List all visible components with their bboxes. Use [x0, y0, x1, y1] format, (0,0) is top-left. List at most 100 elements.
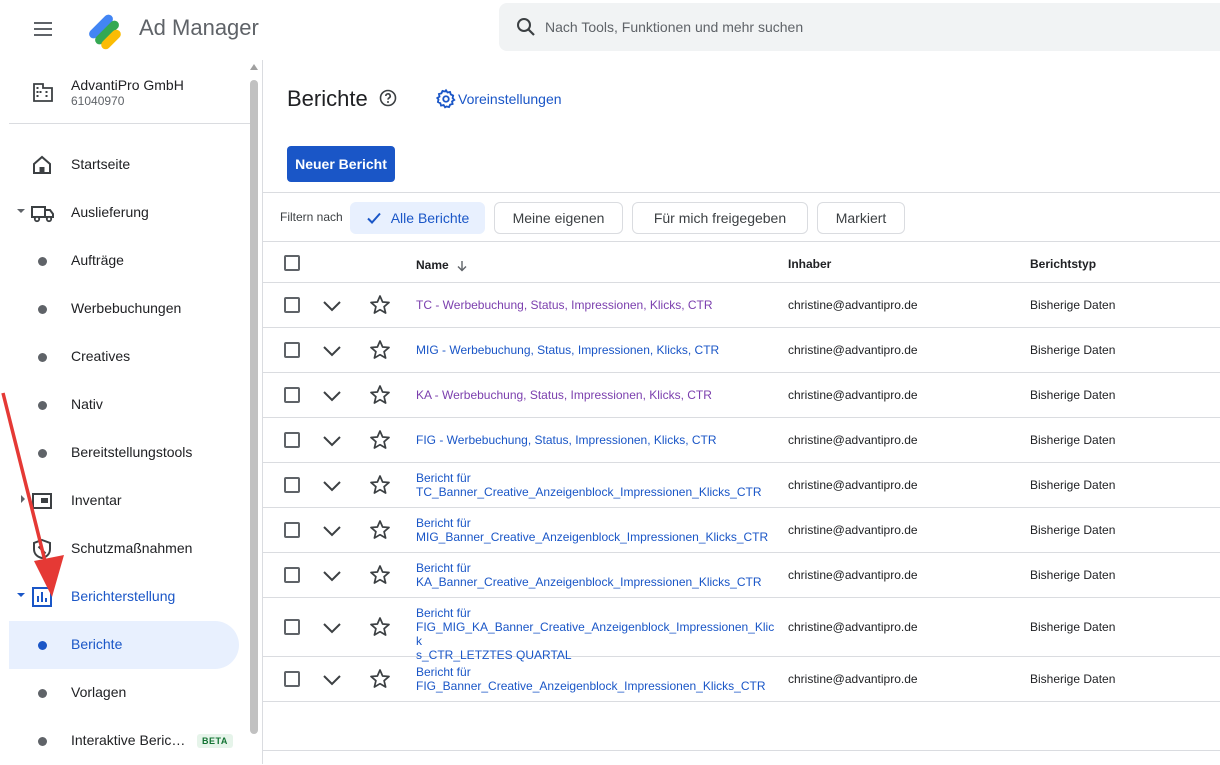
search-icon: [517, 18, 535, 36]
report-name-link[interactable]: Bericht für MIG_Banner_Creative_Anzeigen…: [416, 516, 776, 544]
filter-chip-meine-eigenen[interactable]: Meine eigenen: [494, 202, 623, 234]
report-name-link[interactable]: TC - Werbebuchung, Status, Impressionen,…: [416, 298, 776, 312]
report-name-link[interactable]: Bericht für TC_Banner_Creative_Anzeigenb…: [416, 471, 776, 499]
report-name-link[interactable]: Bericht für FIG_Banner_Creative_Anzeigen…: [416, 665, 776, 693]
table-row[interactable]: FIG - Werbebuchung, Status, Impressionen…: [263, 418, 1220, 463]
report-name-link[interactable]: MIG - Werbebuchung, Status, Impressionen…: [416, 343, 776, 357]
report-owner: christine@advantipro.de: [788, 298, 918, 312]
sidebar-item-berichterstellung[interactable]: Berichterstellung: [9, 573, 239, 621]
sidebar-item-label: Inventar: [71, 492, 122, 508]
beta-badge: BETA: [197, 734, 233, 748]
scrollbar-thumb[interactable]: [250, 80, 258, 734]
sidebar-item-interaktive-berichte[interactable]: Interaktive Beric… BETA: [9, 717, 239, 765]
chevron-down-icon[interactable]: [322, 524, 342, 538]
report-name-link[interactable]: Bericht für FIG_MIG_KA_Banner_Creative_A…: [416, 606, 776, 662]
report-name-line: MIG_Banner_Creative_Anzeigenblock_Impres…: [416, 530, 769, 544]
chevron-down-icon[interactable]: [17, 209, 25, 213]
sidebar-item-berichte[interactable]: Berichte: [9, 621, 239, 669]
row-checkbox[interactable]: [284, 671, 300, 687]
row-checkbox[interactable]: [284, 297, 300, 313]
chevron-down-icon[interactable]: [322, 479, 342, 493]
table-row[interactable]: Bericht für FIG_MIG_KA_Banner_Creative_A…: [263, 598, 1220, 662]
column-header-type[interactable]: Berichtstyp: [1030, 257, 1096, 271]
sidebar-item-bereitstellungstools[interactable]: Bereitstellungstools: [9, 429, 239, 477]
table-row[interactable]: KA - Werbebuchung, Status, Impressionen,…: [263, 373, 1220, 418]
sidebar-item-vorlagen[interactable]: Vorlagen: [9, 669, 239, 717]
sidebar-item-auftraege[interactable]: Aufträge: [9, 237, 239, 285]
sidebar-item-inventar[interactable]: Inventar: [9, 477, 239, 525]
chevron-down-icon[interactable]: [322, 673, 342, 687]
filter-chip-fuer-mich-freigegeben[interactable]: Für mich freigegeben: [632, 202, 808, 234]
table-row[interactable]: MIG - Werbebuchung, Status, Impressionen…: [263, 328, 1220, 373]
preferences-link[interactable]: Voreinstellungen: [435, 88, 562, 110]
bullet-icon: [38, 737, 47, 746]
row-checkbox[interactable]: [284, 522, 300, 538]
column-header-owner[interactable]: Inhaber: [788, 257, 831, 271]
star-icon[interactable]: [369, 519, 391, 541]
bullet-icon: [38, 353, 47, 362]
sidebar-item-schutzmassnahmen[interactable]: Schutzmaßnahmen: [9, 525, 239, 573]
table-row[interactable]: Bericht für FIG_Banner_Creative_Anzeigen…: [263, 657, 1220, 702]
sidebar-item-werbebuchungen[interactable]: Werbebuchungen: [9, 285, 239, 333]
sidebar-item-label: Auslieferung: [71, 204, 149, 220]
bullet-icon: [38, 449, 47, 458]
star-icon[interactable]: [369, 429, 391, 451]
org-name: AdvantiPro GmbH: [71, 77, 184, 93]
scroll-up-icon[interactable]: [250, 64, 258, 70]
row-checkbox[interactable]: [284, 432, 300, 448]
sidebar-item-auslieferung[interactable]: Auslieferung: [9, 189, 239, 237]
star-icon[interactable]: [369, 339, 391, 361]
star-icon[interactable]: [369, 294, 391, 316]
chevron-down-icon[interactable]: [322, 299, 342, 313]
row-checkbox[interactable]: [284, 619, 300, 635]
report-type: Bisherige Daten: [1030, 343, 1116, 357]
chevron-down-icon[interactable]: [322, 434, 342, 448]
table-row[interactable]: Bericht für TC_Banner_Creative_Anzeigenb…: [263, 463, 1220, 508]
chevron-down-icon[interactable]: [17, 593, 25, 597]
arrow-down-icon[interactable]: [456, 260, 468, 272]
chevron-down-icon[interactable]: [322, 344, 342, 358]
column-header-name[interactable]: Name: [416, 258, 468, 272]
report-name-link[interactable]: FIG - Werbebuchung, Status, Impressionen…: [416, 433, 776, 447]
inventory-icon: [32, 493, 52, 509]
table-row[interactable]: Bericht für KA_Banner_Creative_Anzeigenb…: [263, 553, 1220, 598]
report-name-link[interactable]: Bericht für KA_Banner_Creative_Anzeigenb…: [416, 561, 776, 589]
star-icon[interactable]: [369, 474, 391, 496]
chevron-down-icon[interactable]: [322, 621, 342, 635]
table-row[interactable]: Bericht für MIG_Banner_Creative_Anzeigen…: [263, 508, 1220, 553]
star-icon[interactable]: [369, 668, 391, 690]
sidebar-scrollbar[interactable]: [249, 64, 259, 764]
chevron-right-icon[interactable]: [21, 495, 25, 503]
sidebar-item-label: Aufträge: [71, 252, 124, 268]
report-owner: christine@advantipro.de: [788, 620, 918, 634]
row-checkbox[interactable]: [284, 477, 300, 493]
table-row[interactable]: TC - Werbebuchung, Status, Impressionen,…: [263, 283, 1220, 328]
filter-chip-label: Alle Berichte: [390, 210, 470, 226]
star-icon[interactable]: [369, 616, 391, 638]
search-input[interactable]: Nach Tools, Funktionen und mehr suchen: [499, 3, 1220, 51]
new-report-button[interactable]: Neuer Bericht: [287, 146, 395, 182]
filter-chip-label: Markiert: [835, 210, 887, 226]
row-checkbox[interactable]: [284, 342, 300, 358]
sidebar-item-startseite[interactable]: Startseite: [9, 141, 239, 189]
menu-icon[interactable]: [32, 18, 54, 40]
report-name-link[interactable]: KA - Werbebuchung, Status, Impressionen,…: [416, 388, 776, 402]
org-switcher[interactable]: AdvantiPro GmbH 61040970: [9, 60, 256, 124]
bar-chart-icon: [32, 587, 52, 607]
bullet-icon: [38, 641, 47, 650]
report-owner: christine@advantipro.de: [788, 568, 918, 582]
row-checkbox[interactable]: [284, 567, 300, 583]
select-all-checkbox[interactable]: [284, 255, 300, 271]
star-icon[interactable]: [369, 564, 391, 586]
sidebar-item-nativ[interactable]: Nativ: [9, 381, 239, 429]
report-name-line: Bericht für: [416, 561, 471, 575]
help-icon[interactable]: [379, 89, 397, 107]
filter-chip-markiert[interactable]: Markiert: [817, 202, 905, 234]
sidebar-item-creatives[interactable]: Creatives: [9, 333, 239, 381]
chevron-down-icon[interactable]: [322, 569, 342, 583]
gear-icon: [435, 88, 456, 109]
star-icon[interactable]: [369, 384, 391, 406]
row-checkbox[interactable]: [284, 387, 300, 403]
filter-chip-alle-berichte[interactable]: Alle Berichte: [350, 202, 485, 234]
chevron-down-icon[interactable]: [322, 389, 342, 403]
